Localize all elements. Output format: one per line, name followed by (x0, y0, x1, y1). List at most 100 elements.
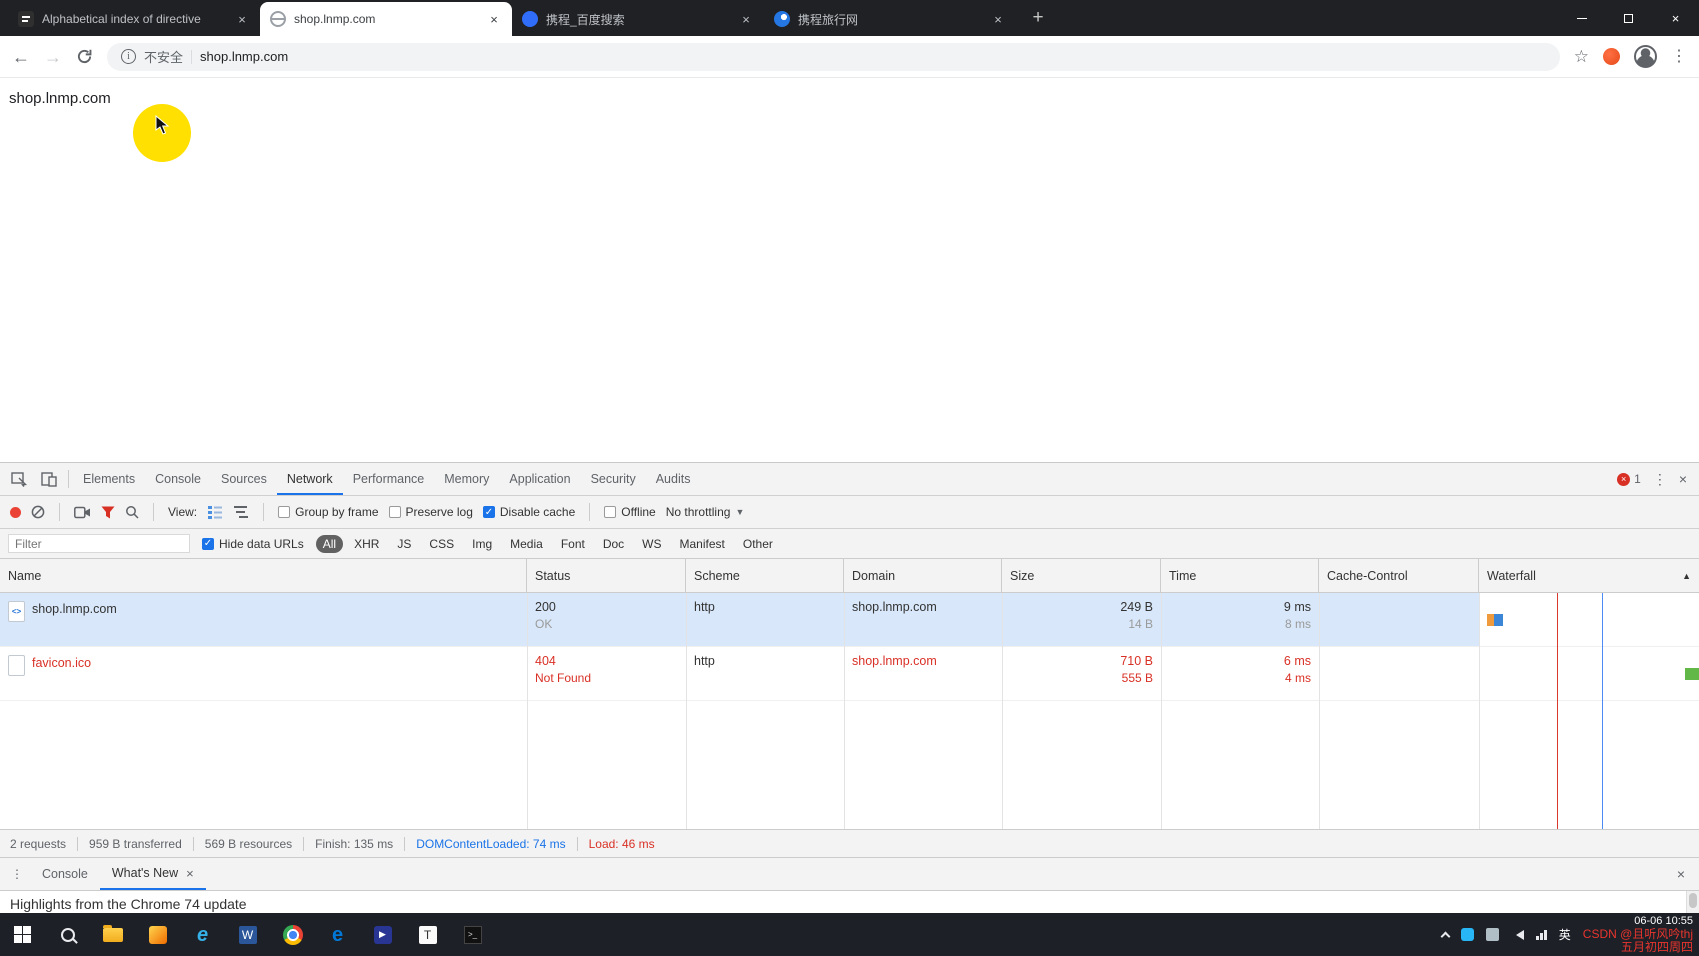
taskbar-chrome[interactable] (270, 913, 315, 956)
tray-chevron-up-icon[interactable] (1440, 931, 1450, 941)
column-header-time[interactable]: Time (1161, 559, 1319, 592)
disable-cache-checkbox[interactable]: ✓ Disable cache (483, 505, 575, 519)
table-row-shop-lnmp[interactable]: <> shop.lnmp.com 200 OK http shop.lnmp.c… (0, 593, 1699, 647)
extension-icon[interactable] (1603, 48, 1620, 65)
drawer-tab-whats-new[interactable]: What's New × (100, 858, 206, 890)
language-indicator[interactable]: 英 (1559, 926, 1571, 943)
tab-sources[interactable]: Sources (211, 463, 277, 495)
taskbar-word[interactable]: W (225, 913, 270, 956)
tab-performance[interactable]: Performance (343, 463, 435, 495)
filter-type-other[interactable]: Other (736, 535, 780, 553)
clear-button[interactable] (31, 505, 45, 519)
view-overview-button[interactable] (233, 505, 249, 519)
taskbar-edge[interactable]: e (315, 913, 360, 956)
filter-input[interactable] (8, 534, 190, 553)
tray-chat-icon[interactable] (1461, 928, 1474, 941)
drawer-scrollbar[interactable] (1686, 891, 1699, 914)
filter-type-media[interactable]: Media (503, 535, 550, 553)
filter-type-manifest[interactable]: Manifest (673, 535, 732, 553)
column-header-waterfall[interactable]: Waterfall ▲ (1479, 559, 1699, 592)
browser-tab-apache-docs[interactable]: Alphabetical index of directive × (8, 2, 260, 36)
forward-button[interactable]: → (44, 48, 62, 66)
tab-network[interactable]: Network (277, 463, 343, 495)
error-count-badge[interactable]: × 1 (1617, 472, 1641, 486)
record-button[interactable] (10, 507, 21, 518)
back-button[interactable]: ← (12, 48, 30, 66)
taskbar-terminal[interactable]: >_ (450, 913, 495, 956)
taskbar-search-button[interactable] (45, 913, 90, 956)
table-row-favicon[interactable]: favicon.ico 404 Not Found http shop.lnmp… (0, 647, 1699, 701)
filter-type-xhr[interactable]: XHR (347, 535, 386, 553)
taskbar-image-viewer[interactable] (135, 913, 180, 956)
network-signal-icon[interactable] (1536, 930, 1547, 940)
drawer-close-button[interactable]: × (1677, 858, 1699, 890)
search-button[interactable] (125, 505, 139, 519)
filter-type-img[interactable]: Img (465, 535, 499, 553)
taskbar-internet-explorer[interactable]: e (180, 913, 225, 956)
bookmark-star-icon[interactable]: ☆ (1574, 48, 1589, 65)
taskbar-media-player[interactable]: ▶ (360, 913, 405, 956)
drawer-tab-close-icon[interactable]: × (186, 866, 194, 881)
view-small-rows-button[interactable] (207, 505, 223, 519)
tab-application[interactable]: Application (499, 463, 580, 495)
throttling-select[interactable]: No throttling ▼ (666, 505, 745, 519)
volume-icon[interactable] (1511, 930, 1524, 940)
column-header-domain[interactable]: Domain (844, 559, 1002, 592)
tab-close-icon[interactable]: × (738, 11, 754, 27)
filter-type-js[interactable]: JS (390, 535, 418, 553)
filter-type-css[interactable]: CSS (422, 535, 461, 553)
filter-type-doc[interactable]: Doc (596, 535, 631, 553)
tab-close-icon[interactable]: × (234, 11, 250, 27)
filter-type-font[interactable]: Font (554, 535, 592, 553)
filter-toggle-button[interactable] (101, 506, 115, 519)
waterfall-bar-shop-lnmp (1487, 614, 1503, 626)
maximize-button[interactable] (1605, 0, 1652, 36)
column-header-scheme[interactable]: Scheme (686, 559, 844, 592)
start-button[interactable] (0, 913, 45, 956)
tab-elements[interactable]: Elements (73, 463, 145, 495)
device-toolbar-button[interactable] (34, 463, 64, 495)
search-icon (61, 928, 75, 942)
tab-memory[interactable]: Memory (434, 463, 499, 495)
column-header-name[interactable]: Name (0, 559, 527, 592)
column-header-status[interactable]: Status (527, 559, 686, 592)
address-bar[interactable]: i 不安全 shop.lnmp.com (107, 43, 1560, 71)
drawer-menu-button[interactable]: ⋮ (4, 858, 30, 890)
group-by-frame-checkbox[interactable]: Group by frame (278, 505, 378, 519)
taskbar-clock[interactable]: 06-06 10:55 CSDN @且听风吟thj 五月初四周四 (1583, 915, 1693, 954)
network-requests-table: Name Status Scheme Domain Size Time Cach… (0, 559, 1699, 829)
inspect-element-button[interactable] (4, 463, 34, 495)
filter-type-all[interactable]: All (316, 535, 343, 553)
tab-security[interactable]: Security (581, 463, 646, 495)
taskbar-typora[interactable]: T (405, 913, 450, 956)
tab-audits[interactable]: Audits (646, 463, 701, 495)
new-tab-button[interactable]: + (1022, 3, 1054, 33)
tab-console[interactable]: Console (145, 463, 211, 495)
browser-tab-baidu-search[interactable]: 携程_百度搜索 × (512, 2, 764, 36)
drawer-tab-console[interactable]: Console (30, 858, 100, 890)
column-header-size[interactable]: Size (1002, 559, 1161, 592)
minimize-button[interactable] (1558, 0, 1605, 36)
scrollbar-thumb[interactable] (1689, 893, 1697, 908)
capture-screenshots-button[interactable] (74, 506, 91, 519)
profile-avatar[interactable] (1634, 45, 1657, 68)
devtools-menu-button[interactable]: ⋮ (1653, 471, 1667, 488)
offline-checkbox[interactable]: Offline (604, 505, 655, 519)
tray-pen-icon[interactable] (1486, 928, 1499, 941)
tab-close-icon[interactable]: × (990, 11, 1006, 27)
filter-type-ws[interactable]: WS (635, 535, 668, 553)
hide-data-urls-checkbox[interactable]: ✓ Hide data URLs (202, 537, 304, 551)
column-header-cache-control[interactable]: Cache-Control (1319, 559, 1479, 592)
reload-button[interactable] (76, 48, 93, 65)
preserve-log-checkbox[interactable]: Preserve log (389, 505, 473, 519)
tab-close-icon[interactable]: × (486, 11, 502, 27)
browser-tab-shop-lnmp[interactable]: shop.lnmp.com × (260, 2, 512, 36)
devtools-close-button[interactable]: × (1679, 471, 1687, 487)
taskbar-file-explorer[interactable] (90, 913, 135, 956)
browser-tab-ctrip[interactable]: 携程旅行网 × (764, 2, 1016, 36)
close-window-button[interactable]: × (1652, 0, 1699, 36)
document-blank-icon (8, 655, 25, 676)
info-icon[interactable]: i (121, 49, 136, 64)
clear-icon (31, 505, 45, 519)
browser-menu-button[interactable]: ⋮ (1671, 49, 1687, 65)
